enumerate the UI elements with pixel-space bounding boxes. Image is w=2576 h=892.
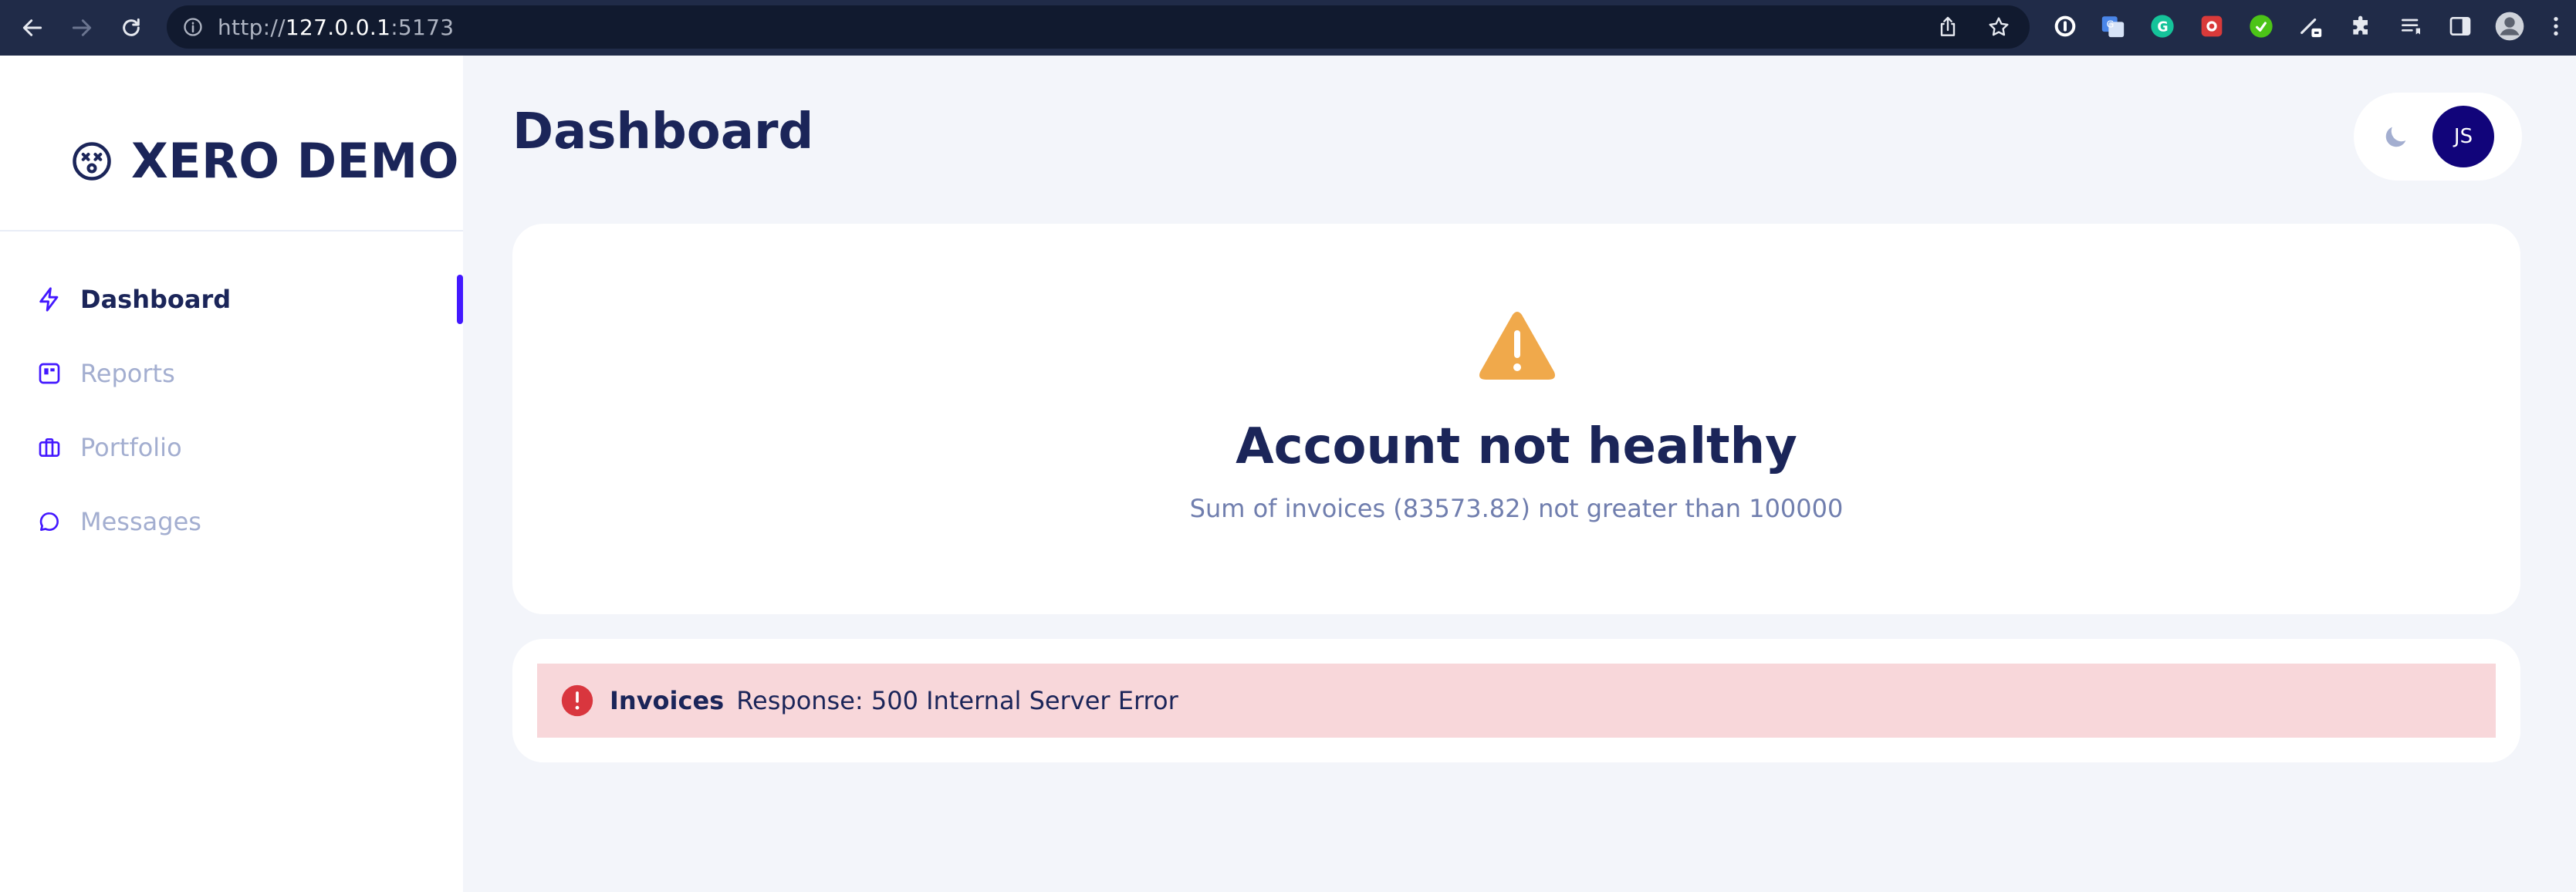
error-alert: Invoices Response: 500 Internal Server E… <box>537 664 2496 738</box>
url-text: http://127.0.0.1:5173 <box>218 15 454 40</box>
sidebar-item-dashboard[interactable]: Dashboard <box>34 275 463 324</box>
sidebar-item-label: Dashboard <box>80 285 232 314</box>
svg-text:G: G <box>2157 20 2168 35</box>
page-title: Dashboard <box>512 103 814 160</box>
extension-red-icon[interactable] <box>2196 11 2227 42</box>
health-subtitle: Sum of invoices (83573.82) not greater t… <box>1189 494 1844 523</box>
pen-extension-icon[interactable] <box>2295 11 2326 42</box>
grammarly-icon[interactable]: G <box>2147 11 2178 42</box>
sidebar-item-label: Reports <box>80 359 175 388</box>
error-title: Invoices <box>610 686 725 715</box>
briefcase-icon <box>34 432 65 463</box>
avatar[interactable]: JS <box>2432 106 2494 167</box>
dizzy-face-icon <box>71 140 113 182</box>
browser-toolbar: http://127.0.0.1:5173 G G <box>0 0 2576 56</box>
invoices-error-card: Invoices Response: 500 Internal Server E… <box>512 639 2520 762</box>
error-message: Response: 500 Internal Server Error <box>736 686 1178 715</box>
sidebar-item-messages[interactable]: Messages <box>34 498 463 545</box>
forward-arrow-icon[interactable] <box>66 12 97 43</box>
url-port: :5173 <box>390 14 455 40</box>
sidebar: XERO DEMO Dashboard Reports Portfolio Me… <box>0 56 463 892</box>
svg-text:G: G <box>2107 19 2115 30</box>
sidebar-item-label: Messages <box>80 507 201 536</box>
warning-triangle-icon <box>1479 310 1556 381</box>
1password-icon[interactable] <box>2050 11 2081 42</box>
account-health-card: Account not healthy Sum of invoices (835… <box>512 224 2520 614</box>
extension-green-icon[interactable] <box>2246 11 2277 42</box>
avatar-initials: JS <box>2453 125 2473 148</box>
chat-bubble-icon <box>34 506 65 537</box>
active-indicator <box>457 275 463 324</box>
url-host: 127.0.0.1 <box>285 14 391 40</box>
lightning-icon <box>34 284 65 315</box>
exclamation-circle-icon <box>560 684 594 718</box>
reading-list-icon[interactable] <box>2395 11 2426 42</box>
sidebar-item-label: Portfolio <box>80 433 182 462</box>
sidebar-divider <box>0 230 463 231</box>
share-icon[interactable] <box>1935 15 1960 39</box>
profile-avatar-icon[interactable] <box>2494 11 2525 42</box>
puzzle-icon[interactable] <box>2346 11 2377 42</box>
sidebar-item-portfolio[interactable]: Portfolio <box>34 424 463 471</box>
app-logo[interactable]: XERO DEMO <box>71 133 459 189</box>
report-board-icon <box>34 358 65 389</box>
moon-icon[interactable] <box>2380 122 2411 153</box>
logo-text: XERO DEMO <box>131 133 459 189</box>
health-title: Account not healthy <box>1236 418 1797 475</box>
sidebar-item-reports[interactable]: Reports <box>34 350 463 397</box>
user-toolbar: JS <box>2354 93 2522 181</box>
star-icon[interactable] <box>1986 15 2011 39</box>
address-bar[interactable]: http://127.0.0.1:5173 <box>167 5 2030 49</box>
reload-icon[interactable] <box>116 12 147 43</box>
more-menu-icon[interactable] <box>2541 11 2571 42</box>
back-arrow-icon[interactable] <box>17 12 48 43</box>
side-panel-icon[interactable] <box>2445 11 2476 42</box>
info-icon[interactable] <box>182 16 204 38</box>
google-translate-icon[interactable]: G <box>2098 11 2128 42</box>
url-scheme: http:// <box>218 14 286 40</box>
